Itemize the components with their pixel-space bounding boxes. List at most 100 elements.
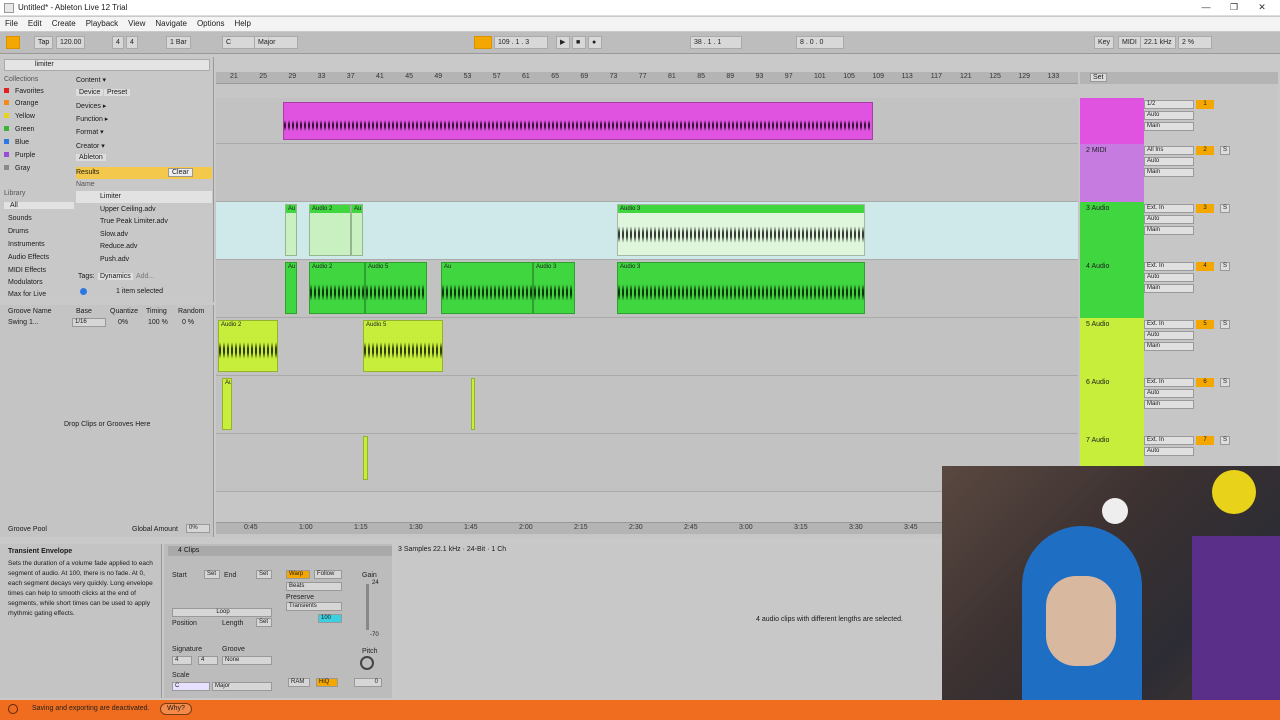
groove-select[interactable]: None	[222, 656, 272, 665]
tap-tempo-button[interactable]: Tap	[34, 36, 54, 49]
filter-content[interactable]: Content ▾	[76, 76, 106, 84]
track-input[interactable]: All Ins	[1144, 146, 1194, 155]
filter-format[interactable]: Format ▾	[76, 128, 104, 136]
menu-playback[interactable]: Playback	[81, 17, 123, 30]
filter-devices[interactable]: Devices ▸	[76, 102, 106, 110]
solo-button[interactable]: S	[1220, 204, 1230, 213]
library-sounds[interactable]: Sounds	[8, 215, 32, 222]
solo-button[interactable]: S	[1220, 436, 1230, 445]
audio-clip[interactable]	[363, 436, 368, 480]
track-input[interactable]: Ext. In	[1144, 262, 1194, 271]
length-set-button[interactable]: Set	[256, 618, 272, 627]
track-5-name[interactable]: 5 Audio	[1080, 318, 1144, 376]
track-3-lane[interactable]: Au Audio 2 Au Audio 3	[216, 202, 1078, 260]
collection-yellow[interactable]: Yellow	[4, 113, 35, 120]
clip-scale-key[interactable]: C	[172, 682, 210, 691]
collection-purple[interactable]: Purple	[4, 152, 35, 159]
menu-navigate[interactable]: Navigate	[150, 17, 192, 30]
audio-clip[interactable]	[471, 378, 475, 430]
menu-create[interactable]: Create	[47, 17, 81, 30]
beat-ruler[interactable]: 21 25 29 33 37 41 45 49 53 57 61 65 69 73 77 81 85 89 93 97…	[216, 72, 1078, 84]
record-button[interactable]: ●	[588, 36, 602, 49]
track-1-name[interactable]	[1080, 98, 1144, 144]
track-4-activator[interactable]: 4	[1196, 262, 1214, 271]
result-item[interactable]: Reduce.adv	[76, 241, 212, 253]
audio-clip[interactable]: Au	[285, 204, 297, 256]
library-all[interactable]: All	[4, 202, 74, 209]
track-6-activator[interactable]: 6	[1196, 378, 1214, 387]
track-2-lane[interactable]	[216, 144, 1078, 202]
transient-envelope-field[interactable]: 100	[318, 614, 342, 623]
link-button[interactable]	[6, 36, 20, 49]
tempo-field[interactable]: 120.00	[56, 36, 86, 49]
audio-clip[interactable]	[283, 102, 873, 140]
track-input[interactable]: Ext. In	[1144, 204, 1194, 213]
audio-clip[interactable]: Audio 2	[309, 204, 351, 256]
key-map-button[interactable]: Key	[1094, 36, 1115, 49]
loop-button[interactable]: Loop	[172, 608, 272, 617]
loop-start-field[interactable]: 38 . 1 . 1	[690, 36, 742, 49]
solo-button[interactable]: S	[1220, 146, 1230, 155]
track-monitor[interactable]: Auto	[1144, 447, 1194, 456]
pitch-knob[interactable]	[360, 656, 374, 670]
audio-clip[interactable]: Au	[285, 262, 297, 314]
collection-favorites[interactable]: Favorites	[4, 88, 44, 95]
add-tag-button[interactable]: Add...	[136, 273, 154, 280]
collection-orange[interactable]: Orange	[4, 100, 38, 107]
global-amount-field[interactable]: 0%	[186, 524, 210, 533]
track-5-lane[interactable]: Audio 2 Audio 5	[216, 318, 1078, 376]
name-column-header[interactable]: Name	[76, 181, 95, 188]
preserve-select[interactable]: Transients	[286, 602, 342, 611]
filter-preset[interactable]: Preset	[104, 89, 131, 96]
solo-button[interactable]: S	[1220, 378, 1230, 387]
ram-button[interactable]: RAM	[288, 678, 310, 687]
track-monitor[interactable]: Auto	[1144, 331, 1194, 340]
track-output[interactable]: Main	[1144, 168, 1194, 177]
track-monitor[interactable]: Auto	[1144, 111, 1194, 120]
track-input[interactable]: 1/2	[1144, 100, 1194, 109]
solo-button[interactable]: S	[1220, 320, 1230, 329]
midi-map-button[interactable]: MIDI	[1118, 36, 1141, 49]
track-monitor[interactable]: Auto	[1144, 157, 1194, 166]
audio-clip[interactable]: Au	[222, 378, 232, 430]
audio-clip[interactable]: Audio 3	[617, 204, 865, 256]
end-set-button[interactable]: Set	[256, 570, 272, 579]
clip-sig-num[interactable]: 4	[172, 656, 192, 665]
menu-help[interactable]: Help	[230, 17, 256, 30]
browser-search-input[interactable]: limiter	[4, 59, 210, 71]
collection-gray[interactable]: Gray	[4, 165, 30, 172]
set-button[interactable]: Set	[1090, 73, 1107, 82]
scale-select[interactable]: Major	[254, 36, 298, 49]
track-4-lane[interactable]: Au Audio 2 Audio 5 Au Audio 3 Audio 3	[216, 260, 1078, 318]
groove-timing[interactable]: 100 %	[148, 319, 168, 326]
time-sig-den[interactable]: 4	[126, 36, 138, 49]
track-monitor[interactable]: Auto	[1144, 215, 1194, 224]
audio-clip[interactable]: Au	[351, 204, 363, 256]
library-audio-effects[interactable]: Audio Effects	[8, 254, 49, 261]
filter-ableton[interactable]: Ableton	[76, 154, 106, 161]
audio-clip[interactable]: Audio 5	[363, 320, 443, 372]
time-sig-num[interactable]: 4	[112, 36, 124, 49]
menu-file[interactable]: File	[0, 17, 23, 30]
result-item[interactable]: Upper Ceiling.adv	[76, 204, 212, 216]
audio-clip[interactable]: Audio 3	[533, 262, 575, 314]
arrangement-position[interactable]: 109 . 1 . 3	[494, 36, 548, 49]
track-output[interactable]: Main	[1144, 226, 1194, 235]
pitch-field[interactable]: 0	[354, 678, 382, 687]
track-7-activator[interactable]: 7	[1196, 436, 1214, 445]
menu-edit[interactable]: Edit	[23, 17, 47, 30]
track-1-lane[interactable]	[216, 98, 1078, 144]
follow-button[interactable]	[474, 36, 492, 49]
track-1-activator[interactable]: 1	[1196, 100, 1214, 109]
why-button[interactable]: Why?	[160, 703, 192, 715]
track-input[interactable]: Ext. In	[1144, 378, 1194, 387]
audio-clip[interactable]: Au	[441, 262, 533, 314]
time-ruler[interactable]: 0:45 1:00 1:15 1:30 1:45 2:00 2:15 2:30 2:45 3:00…	[216, 522, 946, 534]
menu-view[interactable]: View	[123, 17, 150, 30]
clip-scale-type[interactable]: Major	[212, 682, 272, 691]
library-modulators[interactable]: Modulators	[8, 279, 43, 286]
track-3-name[interactable]: 3 Audio	[1080, 202, 1144, 260]
library-max-for-live[interactable]: Max for Live	[8, 291, 46, 298]
library-drums[interactable]: Drums	[8, 228, 29, 235]
track-output[interactable]: Main	[1144, 122, 1194, 131]
